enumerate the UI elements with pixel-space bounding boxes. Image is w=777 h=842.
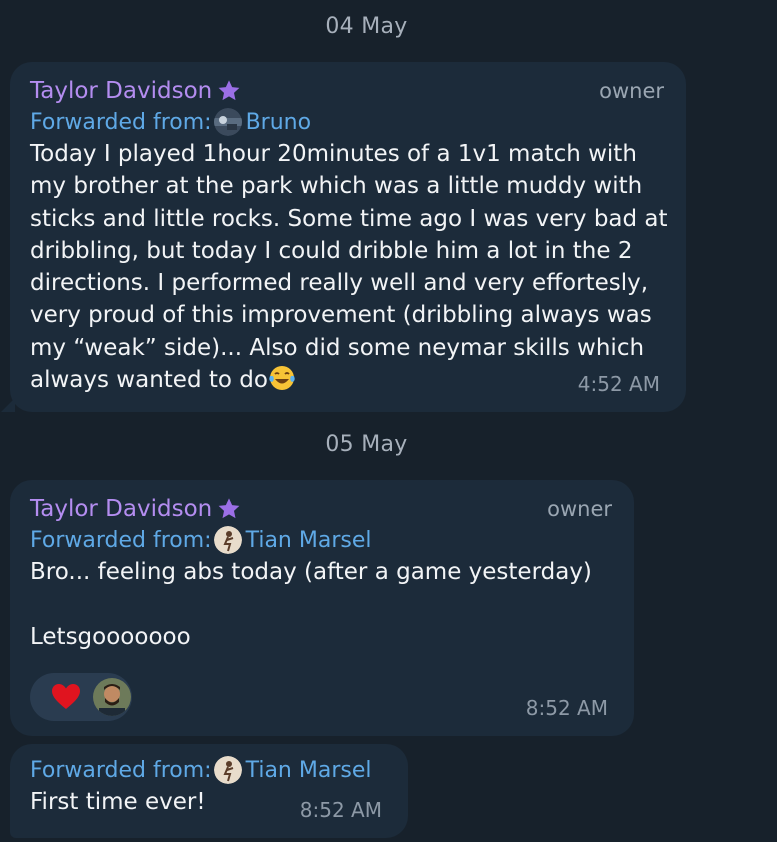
- message-bubble[interactable]: Forwarded from: Tian Marsel First time e…: [10, 744, 408, 838]
- forwarded-header[interactable]: Forwarded from: Tian Marsel: [30, 524, 612, 556]
- forwarded-name[interactable]: Tian Marsel: [246, 758, 372, 783]
- message-body: Today I played 1hour 20minutes of a 1v1 …: [30, 141, 675, 394]
- bubble-tail: [1, 398, 15, 412]
- forwarded-header[interactable]: Forwarded from: Tian Marsel: [30, 754, 386, 786]
- forwarded-name[interactable]: Bruno: [246, 110, 311, 135]
- heart-icon: [52, 683, 80, 709]
- forwarded-header[interactable]: Forwarded from: Bruno: [30, 106, 664, 138]
- message-text: Today I played 1hour 20minutes of a 1v1 …: [30, 138, 670, 396]
- message-time: 8:52 AM: [299, 798, 382, 822]
- forwarded-name[interactable]: Tian Marsel: [246, 528, 372, 553]
- star-icon: [218, 498, 240, 519]
- sender-name[interactable]: Taylor Davidson: [30, 78, 212, 104]
- message-bubble[interactable]: Taylor Davidson owner Forwarded from: Ti…: [10, 480, 634, 736]
- chat-history[interactable]: 04 May Taylor Davidson owner Forwarded f…: [0, 0, 777, 842]
- role-badge: owner: [599, 79, 664, 103]
- forwarded-avatar[interactable]: [213, 756, 242, 784]
- forwarded-label: Forwarded from:: [30, 527, 212, 553]
- forwarded-avatar[interactable]: [213, 108, 242, 136]
- reactor-avatar[interactable]: [93, 677, 131, 716]
- date-separator: 05 May: [325, 432, 408, 457]
- message-text: Bro... feeling abs today (after a game y…: [30, 559, 592, 650]
- role-badge: owner: [547, 497, 612, 521]
- reaction-chip[interactable]: [30, 672, 132, 721]
- message-header: Taylor Davidson owner: [30, 76, 664, 106]
- tears-of-joy-emoji-icon: [269, 366, 295, 391]
- message-time: 4:52 AM: [577, 372, 660, 396]
- forwarded-avatar[interactable]: [213, 526, 242, 554]
- message-bubble[interactable]: Taylor Davidson owner Forwarded from: Br…: [10, 62, 686, 412]
- star-icon: [218, 80, 240, 101]
- date-separator: 04 May: [325, 14, 408, 39]
- forwarded-label: Forwarded from:: [30, 757, 212, 783]
- message-header: Taylor Davidson owner: [30, 494, 612, 524]
- forwarded-label: Forwarded from:: [30, 109, 212, 135]
- sender-name[interactable]: Taylor Davidson: [30, 496, 212, 522]
- message-time: 8:52 AM: [525, 696, 608, 720]
